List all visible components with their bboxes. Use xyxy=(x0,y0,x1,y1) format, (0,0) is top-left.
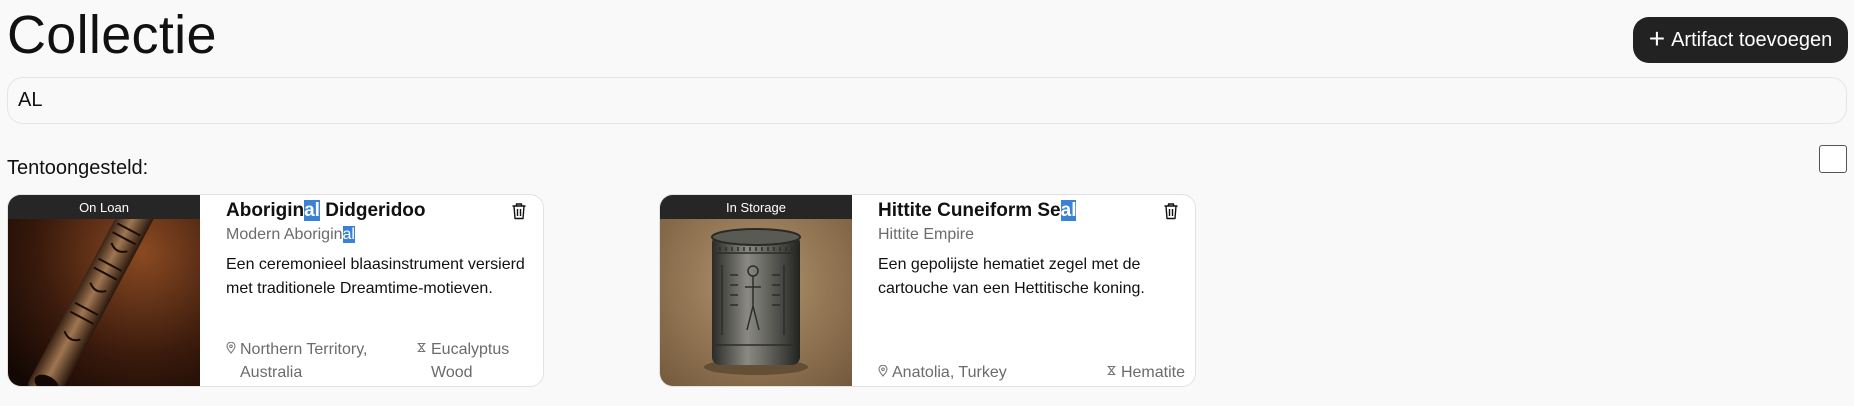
add-artifact-label: Artifact toevoegen xyxy=(1671,28,1833,51)
plus-icon: + xyxy=(1648,23,1666,54)
map-pin-icon xyxy=(226,342,236,354)
artifact-material: Eucalyptus Wood xyxy=(416,338,536,384)
artifact-meta: Anatolia, Turkey Hematite xyxy=(878,338,1185,386)
exhibited-checkbox[interactable] xyxy=(1819,145,1847,173)
search-highlight: al xyxy=(304,200,320,221)
hourglass-icon xyxy=(1107,365,1116,376)
artifact-description: Een gepolijste hematiet zegel met de car… xyxy=(878,256,1145,297)
add-artifact-button[interactable]: + Artifact toevoegen xyxy=(1633,17,1848,63)
artifact-card-body: Aboriginal Didgeridoo Modern Aboriginal … xyxy=(200,195,543,386)
artifact-title: Hittite Cuneiform Seal xyxy=(878,200,1077,221)
artifact-description: Een ceremonieel blaasinstrument versierd… xyxy=(226,256,525,297)
artifact-image: On Loan xyxy=(8,195,200,386)
search-input[interactable] xyxy=(7,77,1847,124)
page-title: Collectie xyxy=(7,5,217,65)
artifact-card[interactable]: On Loan Aboriginal Didgeridoo Modern Abo… xyxy=(7,194,544,387)
map-pin-icon xyxy=(878,365,888,377)
trash-icon[interactable] xyxy=(511,202,527,220)
trash-icon[interactable] xyxy=(1163,202,1179,220)
search-highlight: al xyxy=(1060,200,1077,221)
artifact-location: Anatolia, Turkey xyxy=(878,361,1007,384)
artifact-image: In Storage xyxy=(660,195,852,386)
artifact-material: Hematite xyxy=(1106,361,1185,384)
section-label-exhibited: Tentoongesteld: xyxy=(7,157,149,179)
artifact-location: Northern Territory, Australia xyxy=(226,338,396,384)
artifact-culture: Hittite Empire xyxy=(878,226,975,243)
search-highlight: al xyxy=(342,226,355,243)
artifact-card[interactable]: In Storage Hittite Cuneiform Seal Hittit… xyxy=(659,194,1196,387)
artifact-meta: Northern Territory, Australia Eucalyptus… xyxy=(226,338,533,386)
status-badge: In Storage xyxy=(660,195,852,219)
hourglass-icon xyxy=(417,342,426,353)
artifact-title: Aboriginal Didgeridoo xyxy=(226,200,426,221)
artifact-card-body: Hittite Cuneiform Seal Hittite Empire Ee… xyxy=(852,195,1195,386)
status-badge: On Loan xyxy=(8,195,200,219)
artifact-culture: Modern Aboriginal xyxy=(226,226,355,243)
